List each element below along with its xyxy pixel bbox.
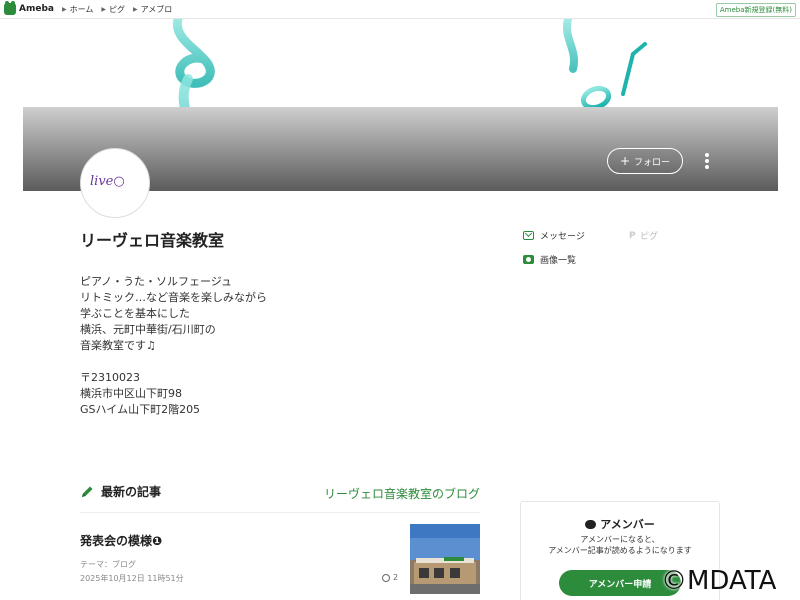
amember-description: アメンバーになると、 アメンバー記事が読めるようになります <box>548 535 692 555</box>
comment-count[interactable]: 2 <box>382 573 398 582</box>
camera-icon <box>523 255 534 264</box>
pig-label: ピグ <box>640 232 659 242</box>
image-list-label: 画像一覧 <box>540 256 577 266</box>
triangle-icon: ▶ <box>132 5 138 13</box>
comment-icon <box>382 573 390 582</box>
blog-title: リーヴェロ音楽教室 <box>80 231 225 250</box>
article-thumbnail[interactable] <box>410 524 480 594</box>
nav-label: アメブロ <box>140 4 173 14</box>
divider <box>80 512 480 513</box>
message-icon <box>523 231 534 240</box>
nav-pig[interactable]: ▶ ピグ <box>101 4 125 15</box>
register-button[interactable]: Ameba新規登録(無料) <box>715 3 796 17</box>
kebab-menu-icon[interactable] <box>703 152 711 172</box>
top-bar: Ameba ▶ ホーム ▶ ピグ ▶ アメブロ Ameba新規登録(無料) <box>0 0 800 19</box>
article-date: 2025年10月12日 11時51分 <box>80 574 184 583</box>
avatar[interactable]: live○ <box>80 148 150 218</box>
blog-link[interactable]: リーヴェロ音楽教室のブログ <box>324 485 480 502</box>
pencil-icon <box>82 486 93 497</box>
pig-icon: P <box>629 230 636 241</box>
triangle-icon: ▶ <box>61 5 67 13</box>
ameba-logo-icon <box>4 1 16 15</box>
message-link[interactable]: メッセージ <box>523 229 585 242</box>
article-title[interactable]: 発表会の模様❶ <box>80 532 162 549</box>
nav-home[interactable]: ▶ ホーム <box>62 4 93 15</box>
triangle-icon: ▶ <box>101 5 106 13</box>
amember-title: アメンバー <box>521 516 719 532</box>
article-theme: テーマ：ブログ <box>80 560 136 569</box>
plus-icon: + <box>619 154 631 168</box>
latest-articles-title: 最新の記事 <box>101 485 162 499</box>
latest-articles-header: 最新の記事 <box>80 483 161 500</box>
follow-button[interactable]: + フォロー <box>607 148 683 174</box>
page: Ameba ▶ ホーム ▶ ピグ ▶ アメブロ Ameba新規登録(無料) li… <box>0 0 800 600</box>
building-photo <box>410 524 480 594</box>
profile-description: ピアノ・うた・ソルフェージュ リトミック…など音楽を楽しみながら 学ぶことを基本… <box>80 275 267 416</box>
message-label: メッセージ <box>540 232 585 242</box>
ameba-logo[interactable]: Ameba <box>4 1 54 15</box>
comment-number: 2 <box>393 573 399 582</box>
avatar-logo-text: live○ <box>90 174 125 189</box>
nav-ameblo[interactable]: ▶ アメブロ <box>133 4 172 15</box>
nav-label: ホーム <box>69 4 94 14</box>
pig-link[interactable]: P ピグ <box>629 229 659 243</box>
image-list-link[interactable]: 画像一覧 <box>523 253 576 266</box>
amember-title-text: アメンバー <box>600 518 655 531</box>
nav-label: ピグ <box>108 4 125 14</box>
follow-label: フォロー <box>634 157 671 168</box>
watermark: ©MDATA <box>661 566 777 596</box>
speech-bubble-icon <box>585 520 597 529</box>
logo-text: Ameba <box>19 4 54 14</box>
